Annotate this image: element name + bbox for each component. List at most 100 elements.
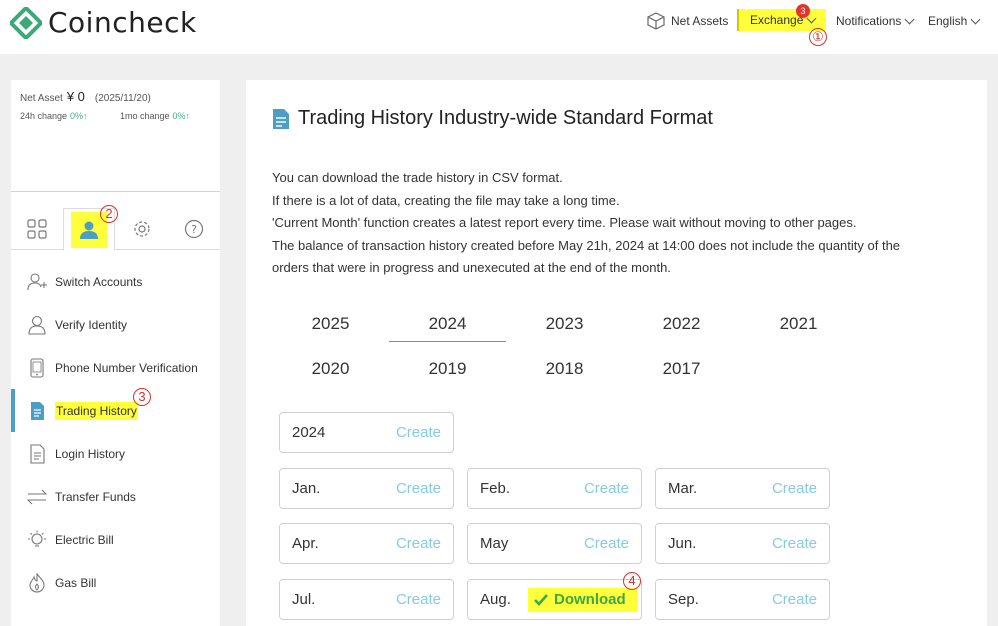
month-card-apr: Apr. Create [279,523,454,564]
month-card-sep: Sep. Create [655,579,830,620]
help-icon: ? [184,219,204,239]
card-label: Jul. [292,591,316,608]
net-asset-row: Net Asset ¥ 0 (2025/11/20) [20,89,151,104]
document-icon [30,443,45,464]
download-button[interactable]: Download [528,588,638,612]
year-tab-selected[interactable]: 2024 [389,306,506,342]
svg-text:?: ? [191,223,197,236]
description-line: orders that were in progress and unexecu… [272,260,671,275]
year-tab[interactable]: 2021 [740,306,857,342]
sidebar-item-switch-accounts[interactable]: Switch Accounts [11,260,220,303]
net-asset-date: (2025/11/20) [94,93,151,104]
net-assets-link[interactable]: Net Assets [646,0,728,42]
chevron-down-icon [904,14,915,24]
change-1mo-label: 1mo change [120,111,170,121]
sidebar-menu: Switch Accounts Verify Identity Phone Nu… [11,260,220,604]
create-button[interactable]: Create [772,524,817,563]
year-tab[interactable]: 2017 [623,351,740,387]
tab-help[interactable]: ? [168,208,220,250]
card-label: May [480,535,509,552]
grid-icon [27,219,47,239]
card-label: Sep. [668,591,699,608]
sidebar-item-transfer-funds[interactable]: Transfer Funds [11,475,220,518]
check-icon [534,594,548,606]
sidebar-item-gas-bill[interactable]: Gas Bill [11,561,220,604]
year-tab[interactable]: 2020 [272,351,389,387]
notification-badge: 3 [796,4,810,18]
page-title-text: Trading History Industry-wide Standard F… [298,107,713,129]
create-button[interactable]: Create [772,580,817,619]
sidebar-item-login-history[interactable]: Login History [11,432,220,475]
sidebar-item-label: Switch Accounts [55,274,143,289]
download-label: Download [554,591,626,608]
page-title: Trading History Industry-wide Standard F… [272,107,713,130]
exchange-menu[interactable]: Exchange 3 [737,4,826,31]
card-label: Apr. [292,535,319,552]
gear-icon [134,221,150,237]
chevron-down-icon [970,14,981,24]
year-tab[interactable]: 2022 [623,306,740,342]
card-label: Jan. [292,480,321,497]
sidebar-item-verify-identity[interactable]: Verify Identity [11,303,220,346]
transfer-icon [27,489,47,504]
exchange-label: Exchange [750,13,804,27]
change-24h: 24h change 0%↑ [20,111,88,121]
description-line: 'Current Month' function creates a lates… [272,215,857,230]
create-button[interactable]: Create [584,469,629,508]
user-plus-icon [27,272,47,290]
sidebar-item-label: Login History [55,446,126,461]
phone-icon [30,357,44,378]
sidebar: Net Asset ¥ 0 (2025/11/20) 24h change 0%↑… [11,80,220,626]
user-icon [80,221,98,239]
year-tab[interactable]: 2019 [389,351,506,387]
sidebar-item-phone-verification[interactable]: Phone Number Verification [11,346,220,389]
description-line: If there is a lot of data, creating the … [272,192,620,208]
description: You can download the trade history in CS… [272,167,972,280]
card-label: Mar. [668,480,698,497]
document-icon [31,401,44,420]
step-marker-1: ① [809,28,827,46]
sidebar-item-label: Trading History [55,401,138,420]
create-button[interactable]: Create [396,469,441,508]
create-button[interactable]: Create [396,524,441,563]
card-label: 2024 [292,424,326,441]
sidebar-item-trading-history[interactable]: Trading History [11,389,220,432]
year-tab[interactable]: 2018 [506,351,623,387]
year-tab[interactable]: 2023 [506,306,623,342]
lightbulb-icon [28,530,46,547]
language-label: English [928,14,968,28]
month-card-mar: Mar. Create [655,468,830,509]
create-button[interactable]: Create [772,469,817,508]
month-card-jun: Jun. Create [655,523,830,564]
step-marker-3: 3 [133,388,151,406]
year-report-card: 2024 Create [279,412,454,453]
change-24h-label: 24h change [20,111,68,121]
top-header: Coincheck Net Assets Exchange 3 ① Notifi… [0,0,998,54]
card-label: Feb. [480,480,511,497]
coincheck-logo-icon [10,6,42,39]
tab-settings[interactable] [116,208,168,250]
user-icon [28,315,46,335]
language-menu[interactable]: English [928,0,981,42]
year-tab[interactable]: 2025 [272,306,389,342]
net-asset-value: ¥ 0 [66,89,85,104]
month-card-jan: Jan. Create [279,468,454,509]
tab-dashboard[interactable] [11,208,63,250]
flame-icon [29,572,45,593]
asset-summary: Net Asset ¥ 0 (2025/11/20) 24h change 0%↑… [11,80,220,192]
create-button[interactable]: Create [584,524,629,563]
net-asset-label: Net Asset [20,93,63,104]
document-icon [273,108,289,129]
sidebar-item-electric-bill[interactable]: Electric Bill [11,518,220,561]
sidebar-item-label: Gas Bill [55,575,97,590]
create-button[interactable]: Create [396,580,441,619]
logo[interactable]: Coincheck [10,6,197,39]
description-line: The balance of transaction history creat… [272,237,901,253]
month-card-may: May Create [467,523,642,564]
notifications-menu[interactable]: Notifications [836,0,915,42]
change-1mo-value: 0%↑ [172,111,191,121]
month-card-feb: Feb. Create [467,468,642,509]
create-button[interactable]: Create [396,413,441,452]
logo-text: Coincheck [48,6,197,39]
sidebar-item-label: Verify Identity [55,317,128,332]
